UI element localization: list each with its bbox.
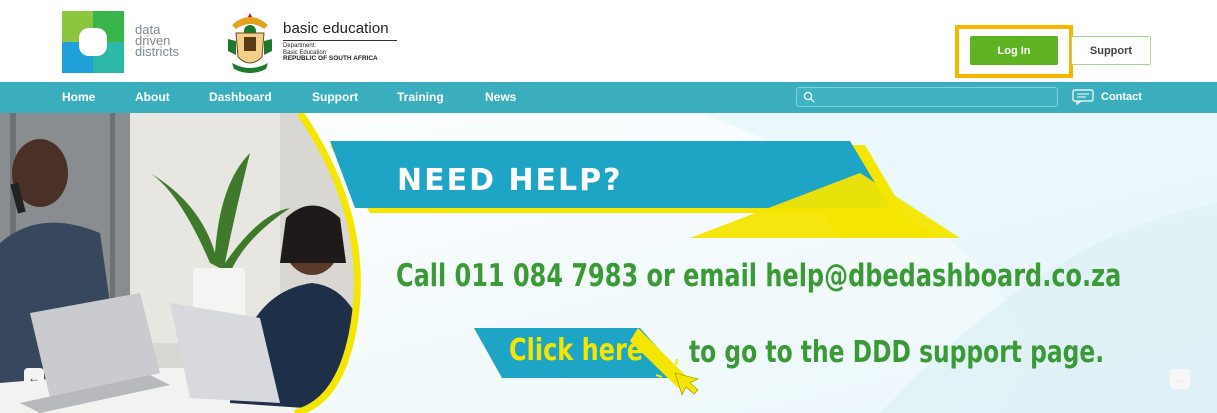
- dbe-sub-line-3: REPUBLIC OF SOUTH AFRICA: [283, 55, 378, 62]
- search-icon: [803, 91, 815, 103]
- carousel-prev-button[interactable]: ←: [24, 368, 44, 388]
- page: data driven districts basic education De…: [0, 0, 1217, 413]
- arrow-left-icon: ←: [28, 371, 40, 385]
- nav-item-dashboard[interactable]: Dashboard: [209, 82, 272, 113]
- carousel-next-button[interactable]: →: [1170, 369, 1190, 389]
- chat-icon: [1072, 89, 1094, 105]
- search-input[interactable]: [796, 87, 1058, 107]
- nav-item-support[interactable]: Support: [312, 82, 358, 113]
- contact-label: Contact: [1101, 91, 1142, 103]
- site-header: data driven districts basic education De…: [0, 0, 1217, 82]
- click-here-link[interactable]: Click here: [509, 333, 643, 368]
- nav-item-about[interactable]: About: [135, 82, 170, 113]
- banner-headline: NEED HELP?: [397, 163, 623, 198]
- hero-banner: NEED HELP? Call 011 084 7983 or email he…: [0, 113, 1217, 413]
- arrow-right-icon: →: [1174, 372, 1186, 386]
- logo-line-3: districts: [135, 44, 180, 59]
- login-button[interactable]: Log In: [970, 36, 1058, 65]
- banner-call-text: Call 011 084 7983 or email help@dbedashb…: [396, 258, 1122, 294]
- nav-item-home[interactable]: Home: [62, 82, 95, 113]
- contact-link[interactable]: Contact: [1072, 88, 1142, 106]
- coat-of-arms-icon: [228, 13, 272, 73]
- nav-item-news[interactable]: News: [485, 82, 516, 113]
- banner-support-text: to go to the DDD support page.: [689, 335, 1105, 370]
- dbe-divider: [283, 40, 397, 41]
- dbe-subtitle: Department: Basic Education REPUBLIC OF …: [283, 43, 378, 63]
- ddd-logo-icon[interactable]: [62, 11, 124, 73]
- dbe-title: basic education: [283, 20, 389, 37]
- support-button[interactable]: Support: [1071, 36, 1151, 65]
- ddd-logo-text: data driven districts: [135, 23, 180, 59]
- nav-item-training[interactable]: Training: [397, 82, 444, 113]
